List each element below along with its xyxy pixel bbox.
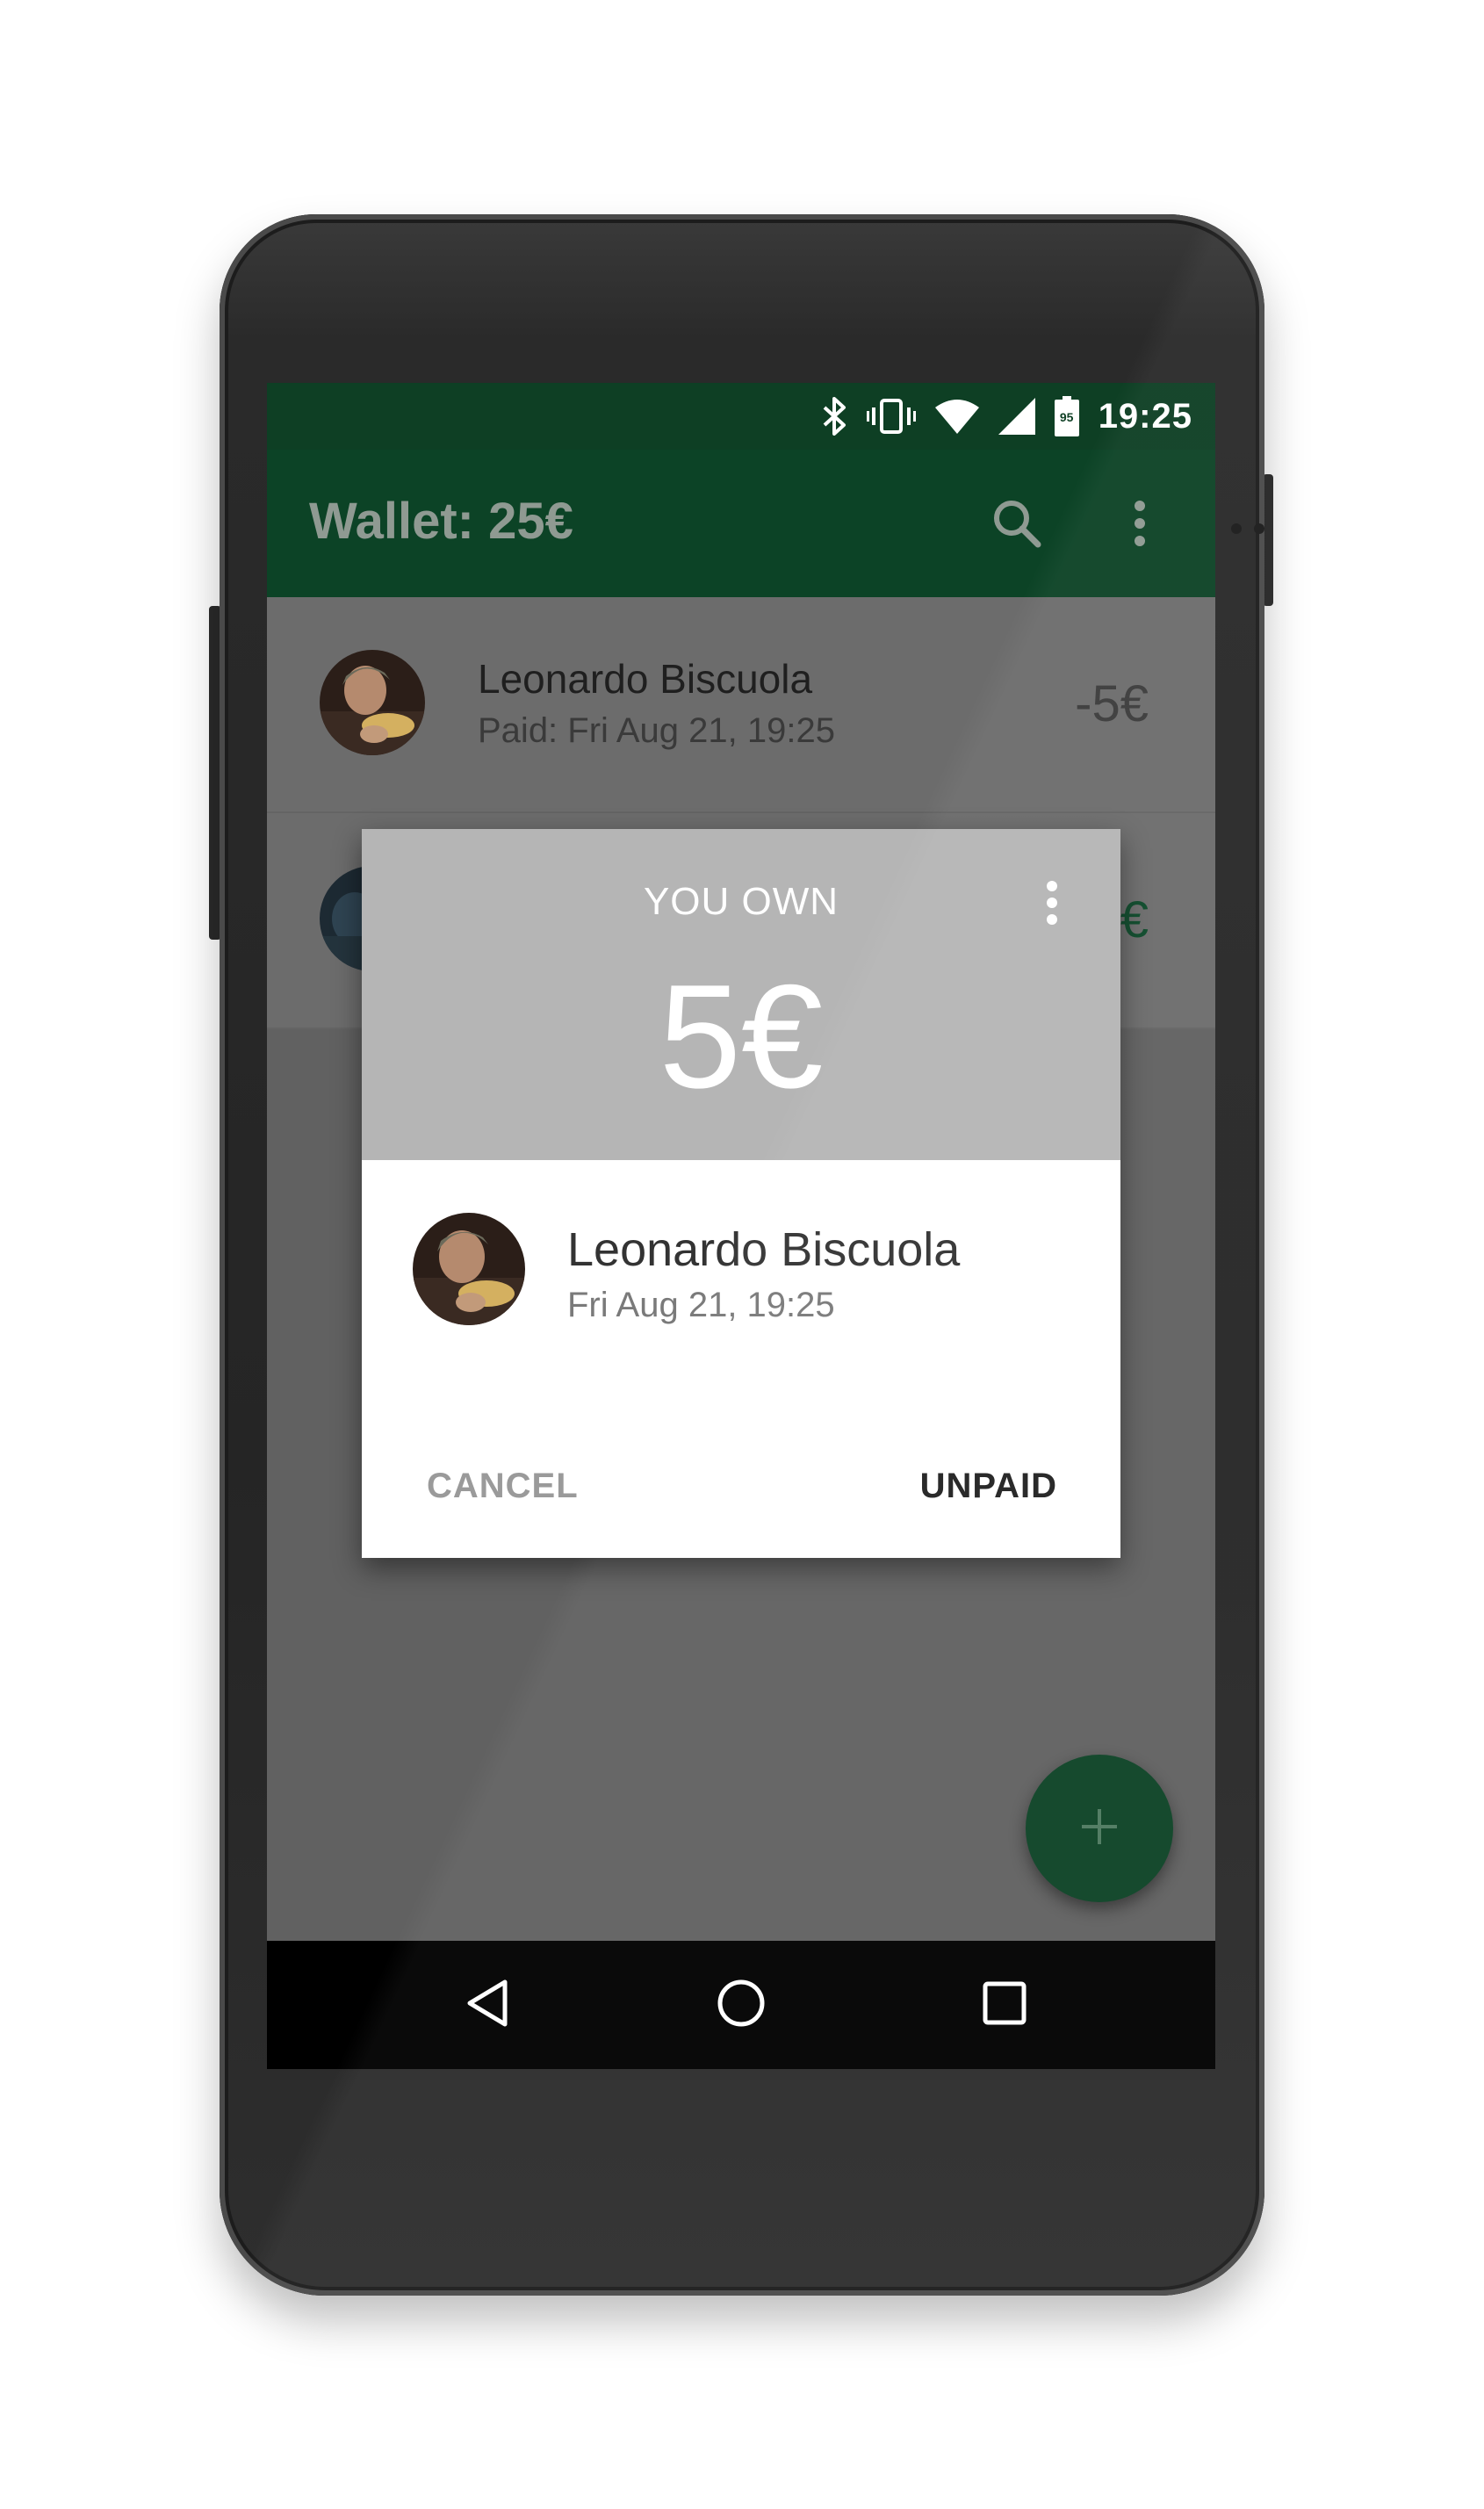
search-icon[interactable] bbox=[989, 495, 1045, 556]
navigation-bar bbox=[267, 1941, 1215, 2069]
avatar bbox=[320, 650, 425, 755]
back-icon bbox=[463, 1977, 512, 2034]
proximity-sensor bbox=[1231, 523, 1242, 534]
wifi-icon bbox=[934, 399, 979, 434]
list-item[interactable]: Leonardo Biscuola Paid: Fri Aug 21, 19:2… bbox=[267, 597, 1215, 813]
dialog-title: YOU OWN bbox=[643, 880, 839, 923]
list-item-amount: -5€ bbox=[1075, 675, 1149, 732]
list-item-name: Leonardo Biscuola bbox=[478, 656, 813, 702]
more-vert-icon[interactable] bbox=[1043, 878, 1061, 932]
vibrate-icon bbox=[866, 397, 916, 436]
battery-level: 95 bbox=[1059, 410, 1074, 424]
more-vert-icon[interactable] bbox=[1129, 495, 1150, 556]
cancel-button[interactable]: CANCEL bbox=[421, 1458, 584, 1515]
status-bar: 95 19:25 bbox=[267, 383, 1215, 450]
light-sensor bbox=[1254, 523, 1264, 534]
recents-icon bbox=[982, 1980, 1027, 2030]
list-item-subtitle: Paid: Fri Aug 21, 19:25 bbox=[478, 711, 835, 750]
dialog-amount: 5€ bbox=[659, 954, 824, 1119]
recents-button[interactable] bbox=[969, 1970, 1040, 2040]
transaction-dialog: YOU OWN 5€ Leonardo Biscuola Fri Aug 21,… bbox=[362, 829, 1120, 1558]
plus-icon bbox=[1080, 1807, 1119, 1850]
unpaid-button[interactable]: UNPAID bbox=[915, 1458, 1063, 1515]
app-bar: Wallet: 25€ bbox=[267, 450, 1215, 597]
dialog-date: Fri Aug 21, 19:25 bbox=[567, 1286, 835, 1324]
battery-icon: 95 bbox=[1054, 396, 1079, 436]
avatar bbox=[413, 1213, 525, 1325]
home-icon bbox=[715, 1977, 767, 2034]
add-transaction-button[interactable] bbox=[1026, 1755, 1173, 1902]
list-item-amount: € bbox=[1120, 891, 1149, 948]
wallet-balance-title: Wallet: 25€ bbox=[309, 493, 573, 550]
status-clock: 19:25 bbox=[1098, 396, 1192, 436]
screen: 95 19:25 Wallet: 25€ Leonardo Biscuola P… bbox=[267, 383, 1215, 2069]
bluetooth-icon bbox=[821, 397, 847, 436]
dialog-header: YOU OWN 5€ bbox=[362, 829, 1120, 1160]
cell-signal-icon bbox=[998, 398, 1035, 435]
back-button[interactable] bbox=[452, 1970, 522, 2040]
dialog-person-name: Leonardo Biscuola bbox=[567, 1223, 961, 1276]
home-button[interactable] bbox=[706, 1970, 776, 2040]
